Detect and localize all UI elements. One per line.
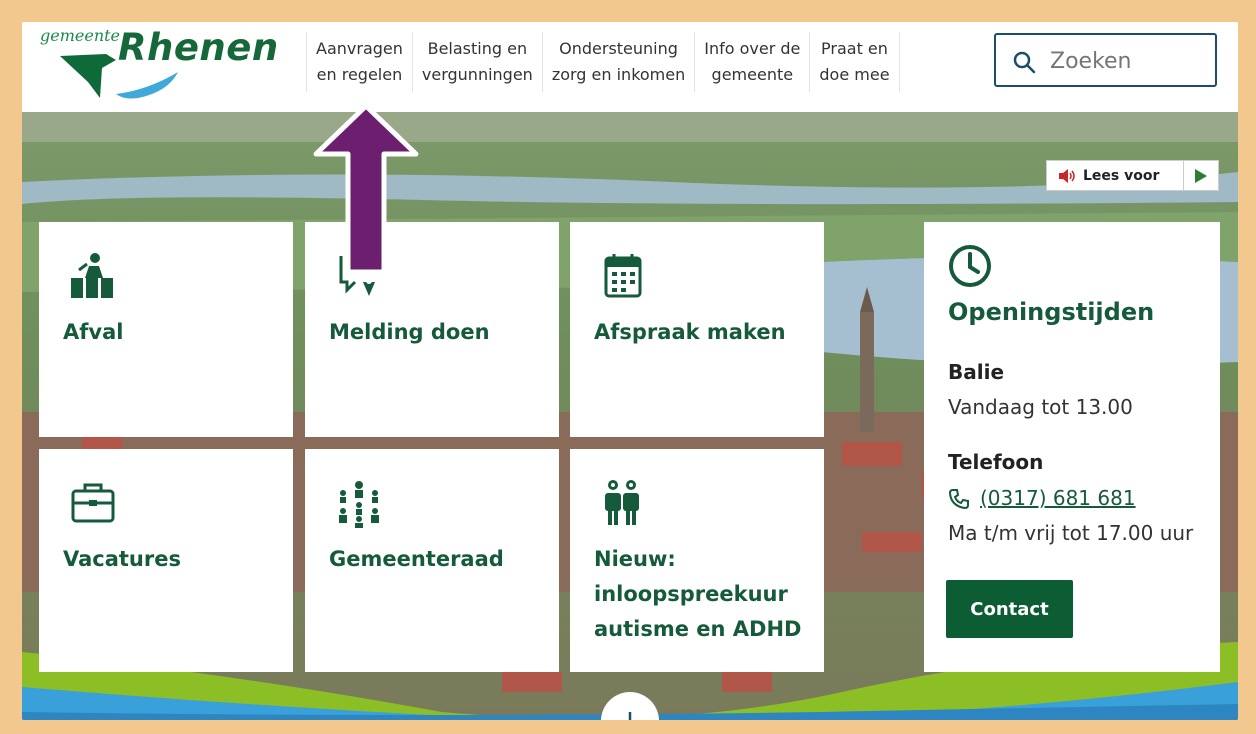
speaker-icon	[1059, 168, 1075, 183]
council-icon	[339, 481, 379, 528]
nav-label-line1: Belasting en	[427, 39, 528, 58]
phone-hours: Ma t/m vrij tot 17.00 uur	[948, 521, 1194, 545]
lees-voor-label: Lees voor	[1083, 167, 1160, 184]
tile-afval[interactable]: Afval	[39, 222, 293, 437]
search-input[interactable]	[1048, 45, 1212, 77]
balie-label: Balie	[948, 360, 1005, 384]
annotation-arrow-up-icon	[313, 103, 419, 275]
tile-label-line3: autisme en ADHD	[594, 617, 802, 641]
nav-label-line1: Aanvragen	[316, 39, 403, 58]
tile-afspraak-maken[interactable]: Afspraak maken	[570, 222, 824, 437]
lees-voor-button[interactable]: Lees voor	[1047, 161, 1184, 190]
nav-label-line2: en regelen	[316, 65, 403, 84]
nav-label-line2: gemeente	[711, 65, 794, 84]
nav-label-line2: zorg en inkomen	[551, 65, 686, 84]
tile-vacatures[interactable]: Vacatures	[39, 449, 293, 672]
nav-label-line1: Praat en	[821, 39, 888, 58]
logo-mark-icon	[60, 54, 178, 99]
phone-link[interactable]: (0317) 681 681	[980, 486, 1136, 510]
tile-gemeenteraad[interactable]: Gemeenteraad	[305, 449, 559, 672]
nav-label-line2: doe mee	[819, 65, 890, 84]
tile-inloopspreekuur-autisme-adhd[interactable]: Nieuw: inloopspreekuur autisme en ADHD	[570, 449, 824, 672]
telefoon-label: Telefoon	[948, 450, 1044, 474]
main-navigation: Aanvragen en regelen Belasting en vergun…	[306, 32, 900, 92]
tile-label: Gemeenteraad	[329, 547, 504, 571]
briefcase-icon	[71, 483, 115, 523]
people-icon	[605, 480, 639, 525]
tile-label: Vacatures	[63, 547, 181, 571]
openingstijden-title: Openingstijden	[948, 298, 1155, 326]
play-icon	[1195, 168, 1207, 183]
tile-label: Afval	[63, 320, 124, 344]
nav-label-line1: Ondersteuning	[559, 39, 678, 58]
waste-bins-icon	[71, 253, 113, 298]
calendar-icon	[604, 254, 642, 298]
tile-label-line2: inloopspreekuur	[594, 582, 788, 606]
search-icon[interactable]	[1012, 50, 1036, 74]
nav-ondersteuning-zorg-en-inkomen[interactable]: Ondersteuning zorg en inkomen	[541, 32, 694, 92]
gemeente-rhenen-logo[interactable]: gemeente Rhenen	[36, 26, 286, 106]
nav-info-over-de-gemeente[interactable]: Info over de gemeente	[694, 32, 809, 92]
balie-hours: Vandaag tot 13.00	[948, 395, 1133, 419]
search-box	[994, 33, 1217, 87]
tile-label-line1: Nieuw:	[594, 547, 676, 571]
readspeaker-bar: Lees voor	[1046, 160, 1219, 191]
browser-viewport: gemeente Rhenen Aanvragen en regelen Bel…	[22, 22, 1238, 720]
hero-section: Lees voor Afval Melding doen Afspraak ma…	[22, 112, 1238, 720]
arrow-down-icon	[628, 712, 632, 720]
clock-icon	[949, 245, 991, 287]
nav-aanvragen-en-regelen[interactable]: Aanvragen en regelen	[306, 32, 412, 92]
site-header: gemeente Rhenen Aanvragen en regelen Bel…	[22, 22, 1238, 112]
tile-label: Afspraak maken	[594, 320, 786, 344]
nav-label-line1: Info over de	[704, 39, 801, 58]
nav-label-line2: vergunningen	[421, 65, 533, 84]
nav-praat-en-doe-mee[interactable]: Praat en doe mee	[809, 32, 900, 92]
phone-icon	[948, 489, 969, 510]
nav-belasting-en-vergunningen[interactable]: Belasting en vergunningen	[411, 32, 542, 92]
openingstijden-card: Openingstijden Balie Vandaag tot 13.00 T…	[924, 222, 1220, 672]
play-button[interactable]	[1184, 161, 1218, 190]
contact-button[interactable]: Contact	[946, 580, 1073, 638]
logo-text-gemeente: gemeente	[40, 26, 121, 45]
tile-label: Melding doen	[329, 320, 490, 344]
